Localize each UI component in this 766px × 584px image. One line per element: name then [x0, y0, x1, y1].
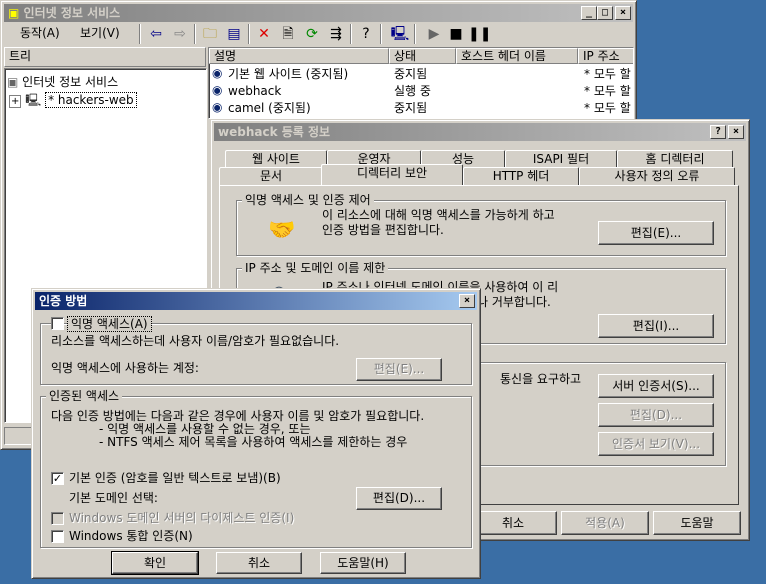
auth-desc-line-2: - NTFS 액세스 제어 목록을 사용하여 액세스를 제한하는 경우 [99, 435, 408, 449]
col-ip[interactable]: IP 주소 [578, 48, 633, 64]
props-apply-button[interactable]: 적용(A) [561, 511, 649, 535]
anon-edit-button[interactable]: 편집(E)... [598, 221, 714, 245]
close-icon[interactable]: × [615, 6, 631, 20]
close-icon[interactable]: × [459, 294, 475, 308]
row-desc: camel (중지됨) [228, 101, 311, 115]
tab-documents[interactable]: 문서 [219, 167, 323, 185]
help-button[interactable]: 도움말(H) [320, 552, 406, 574]
basic-auth-label[interactable]: 기본 인증 (암호를 일반 텍스트로 보냄)(B) [69, 471, 281, 486]
anon-account-edit-button[interactable]: 편집(E)... [356, 358, 442, 381]
row-ip: * 모두 할 [584, 67, 631, 81]
ip-group-label: IP 주소 및 도메인 이름 제한 [242, 261, 389, 275]
cancel-button[interactable]: 취소 [216, 552, 302, 574]
row-ip: * 모두 할 [584, 101, 631, 115]
tree-item-server[interactable]: + 🖳 * hackers-web [9, 91, 137, 112]
iis-tree-icon: ▣ [7, 75, 19, 89]
menu-toolbar: 동작(A) 보기(V) ⇦ ⇨ 🗀 ▤ ✕ 🗎 ⟳ ⇶ ? 🖳 ▶ ■ ❚❚ [4, 23, 632, 45]
table-row[interactable]: ◉ camel (중지됨) 중지됨 * 모두 할 [209, 100, 633, 117]
up-folder-icon[interactable]: 🗀 [200, 24, 220, 44]
globe-icon: ◉ [212, 66, 223, 80]
main-titlebar[interactable]: ▣ 인터넷 정보 서비스 _ □ × [4, 4, 633, 22]
basic-auth-checkbox[interactable]: ✓ [51, 472, 64, 485]
expand-plus-icon[interactable]: + [9, 95, 22, 108]
server-icon: 🖳 [25, 93, 42, 107]
row-ip: * 모두 할 [584, 84, 631, 98]
forward-icon[interactable]: ⇨ [170, 24, 190, 44]
ok-button[interactable]: 확인 [111, 551, 199, 575]
props-title: webhack 등록 정보 [218, 125, 331, 139]
digest-auth-label: Windows 도메인 서버의 다이제스트 인증(I) [69, 511, 295, 525]
main-title: 인터넷 정보 서비스 [23, 6, 121, 20]
start-icon[interactable]: ▶ [424, 24, 444, 44]
row-status: 중지됨 [394, 101, 428, 115]
integrated-auth-checkbox[interactable] [51, 530, 64, 543]
export-icon[interactable]: ⇶ [326, 24, 346, 44]
computer-icon[interactable]: 🖳 [390, 24, 410, 44]
digest-auth-checkbox[interactable] [51, 512, 64, 525]
default-domain-label: 기본 도메인 선택: [69, 491, 158, 505]
properties-icon[interactable]: 🗎 [278, 24, 298, 44]
row-desc: 기본 웹 사이트 (중지됨) [228, 67, 349, 81]
table-row[interactable]: ◉ webhack 실행 중 * 모두 할 [209, 83, 633, 100]
tab-home-dir[interactable]: 홈 디렉터리 [617, 150, 733, 168]
delete-icon[interactable]: ✕ [254, 24, 274, 44]
back-icon[interactable]: ⇦ [146, 24, 166, 44]
ip-edit-button[interactable]: 편집(I)... [598, 314, 714, 338]
iis-app-icon: ▣ [8, 6, 20, 20]
help-icon[interactable]: ? [356, 24, 376, 44]
globe-icon: ◉ [212, 100, 223, 114]
close-icon[interactable]: × [728, 125, 744, 139]
authenticated-group-label: 인증된 액세스 [46, 389, 123, 403]
handshake-icon: 🤝 [268, 218, 296, 243]
domain-edit-button[interactable]: 편집(D)... [356, 487, 442, 510]
col-status[interactable]: 상태 [389, 48, 456, 64]
anon-access-desc: 리소스를 액세스하는데 사용자 이름/암호가 필요없습니다. [51, 334, 340, 348]
minimize-icon[interactable]: _ [581, 6, 597, 20]
anon-group-label: 익명 액세스 및 인증 제어 [242, 193, 374, 207]
anon-account-label: 익명 액세스에 사용하는 계정: [51, 361, 199, 375]
show-tree-icon[interactable]: ▤ [224, 24, 244, 44]
col-desc[interactable]: 설명 [209, 48, 389, 64]
props-titlebar[interactable]: webhack 등록 정보 ? × [214, 123, 746, 141]
maximize-icon[interactable]: □ [597, 6, 613, 20]
tab-http-headers[interactable]: HTTP 헤더 [463, 167, 579, 185]
anon-access-checkbox[interactable] [51, 317, 64, 330]
tree-tab-header[interactable]: 트리 [4, 47, 206, 67]
tab-isapi[interactable]: ISAPI 필터 [505, 150, 617, 168]
auth-dialog: 인증 방법 × 익명 액세스(A) 리소스를 액세스하는데 사용자 이름/암호가… [31, 288, 481, 579]
tab-custom-errors[interactable]: 사용자 정의 오류 [579, 167, 735, 185]
tree-label-server: * hackers-web [45, 92, 137, 108]
tab-directory-security[interactable]: 디렉터리 보안 [321, 164, 463, 185]
anon-access-label[interactable]: 익명 액세스(A) [67, 316, 152, 332]
auth-title: 인증 방법 [39, 294, 88, 308]
integrated-auth-label[interactable]: Windows 통합 인증(N) [69, 529, 193, 544]
tree-tab-label: 트리 [9, 49, 32, 63]
row-desc: webhack [228, 84, 282, 98]
row-status: 중지됨 [394, 67, 428, 81]
pause-icon[interactable]: ❚❚ [468, 24, 491, 44]
help-icon[interactable]: ? [710, 125, 726, 139]
props-cancel-button[interactable]: 취소 [469, 511, 557, 535]
tree-item-root[interactable]: ▣ 인터넷 정보 서비스 [7, 73, 118, 90]
row-status: 실행 중 [394, 84, 431, 98]
table-row[interactable]: ◉ 기본 웹 사이트 (중지됨) 중지됨 * 모두 할 [209, 66, 633, 83]
site-list[interactable]: 설명 상태 호스트 헤더 이름 IP 주소 ◉ 기본 웹 사이트 (중지됨) 중… [208, 47, 634, 119]
globe-icon: ◉ [212, 83, 223, 97]
stop-icon[interactable]: ■ [446, 24, 466, 44]
anon-desc-2: 인증 방법을 편집합니다. [322, 223, 444, 237]
auth-titlebar[interactable]: 인증 방법 × [35, 292, 477, 310]
col-host[interactable]: 호스트 헤더 이름 [456, 48, 578, 64]
secure-desc-1: 통신을 요구하고 [500, 372, 582, 386]
props-help-button[interactable]: 도움말 [653, 511, 741, 535]
view-cert-button[interactable]: 인증서 보기(V)... [598, 432, 714, 456]
menu-view[interactable]: 보기(V) [80, 26, 120, 41]
refresh-icon[interactable]: ⟳ [302, 24, 322, 44]
secure-edit-button[interactable]: 편집(D)... [598, 403, 714, 427]
anon-desc-1: 이 리소스에 대해 익명 액세스를 가능하게 하고 [322, 208, 555, 222]
tree-label-root: 인터넷 정보 서비스 [22, 75, 119, 89]
menu-action[interactable]: 동작(A) [20, 26, 60, 41]
server-cert-button[interactable]: 서버 인증서(S)... [598, 374, 714, 398]
tab-website[interactable]: 웹 사이트 [225, 150, 327, 168]
